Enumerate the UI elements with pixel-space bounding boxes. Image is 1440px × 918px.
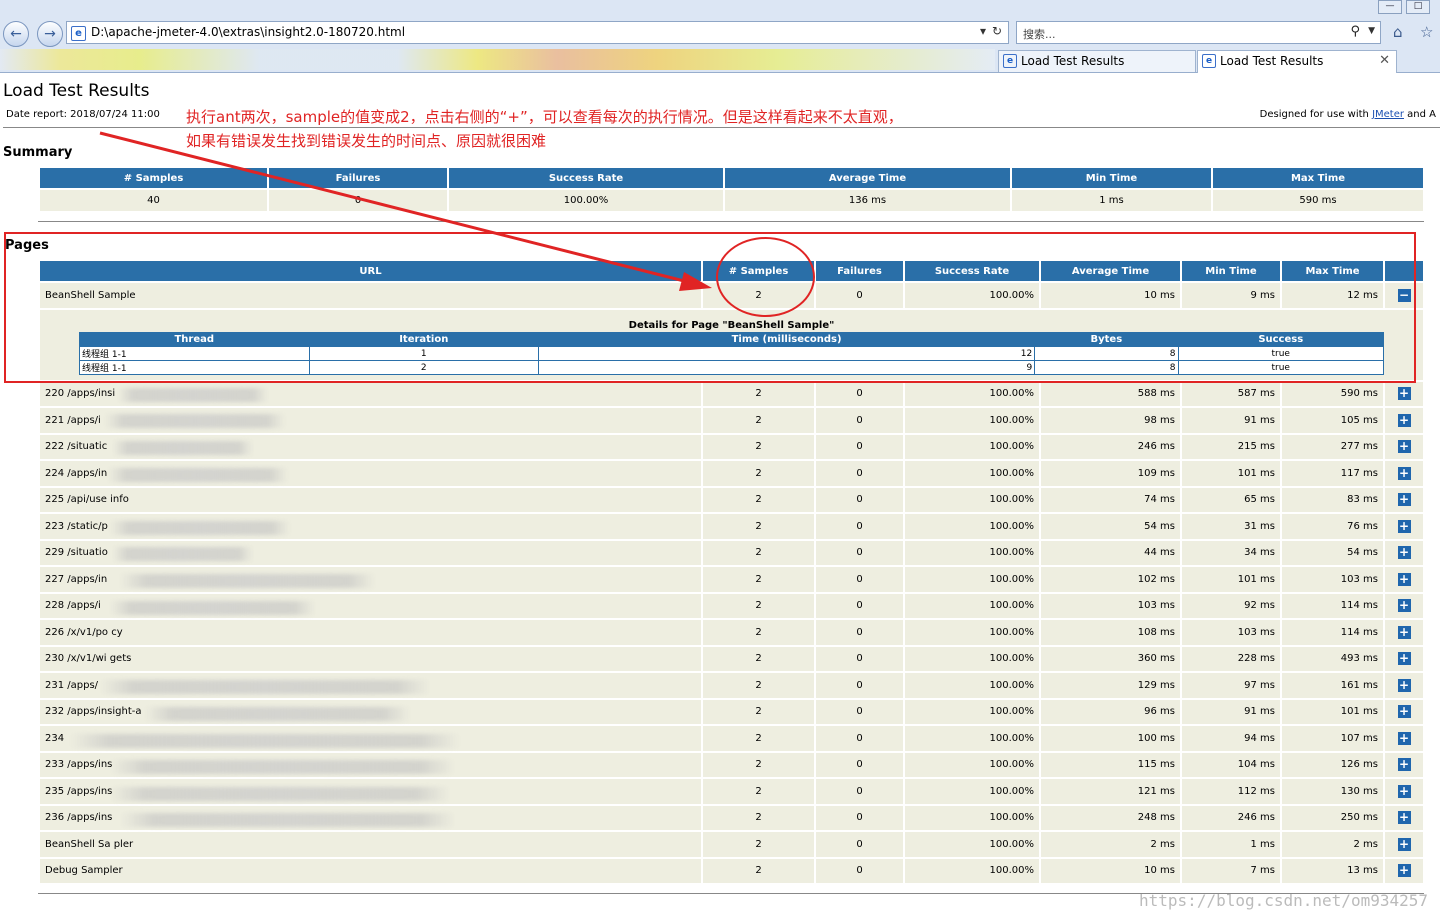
watermark: https://blog.csdn.net/om934257 (1139, 891, 1428, 910)
annotation-arrow (99, 131, 712, 291)
annotation-arrow-head (679, 272, 712, 291)
annotation-arrow-line (99, 131, 701, 287)
